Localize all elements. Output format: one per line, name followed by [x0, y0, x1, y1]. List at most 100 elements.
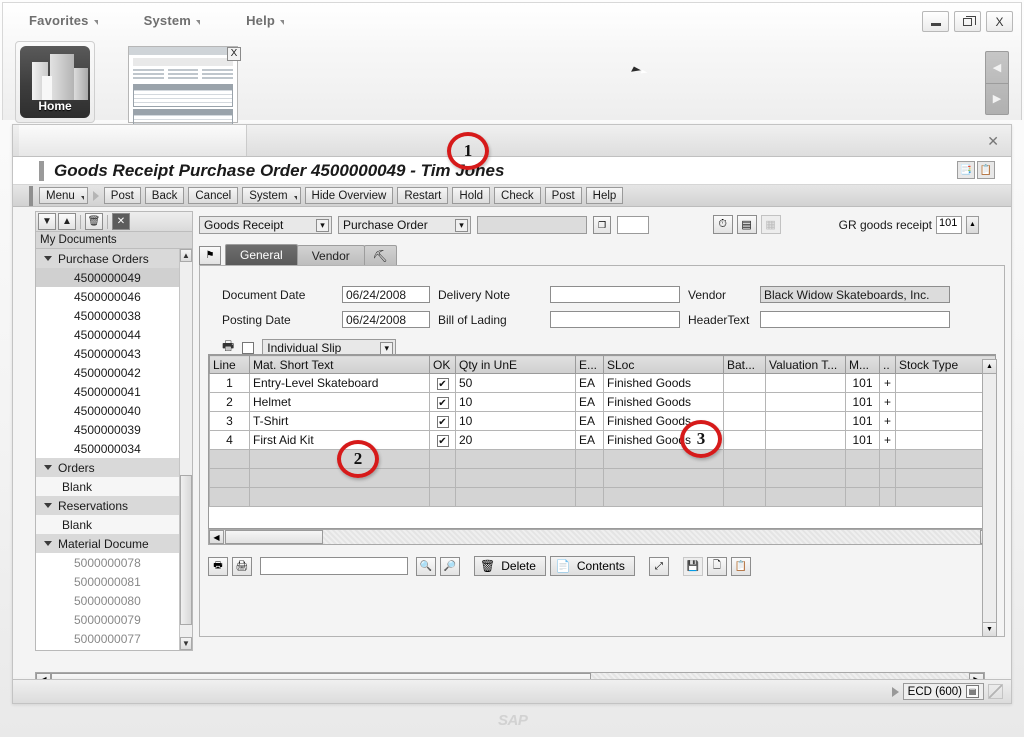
list-item[interactable]: 4500000034 [36, 439, 192, 458]
sidebar-scrollbar[interactable]: ▲ ▼ [179, 249, 192, 650]
tab-extra-icon[interactable]: ⛏ [363, 245, 397, 265]
search-help-icon[interactable]: ❐ [593, 216, 611, 234]
cell-qty[interactable]: 20 [455, 430, 576, 450]
chevron-down-icon[interactable]: ▾ [316, 219, 329, 232]
flag-icon[interactable]: ⚑ [199, 246, 221, 265]
menu-help[interactable]: Help [246, 13, 285, 28]
cell-batch[interactable] [723, 411, 766, 431]
cell-batch[interactable] [723, 430, 766, 450]
spinner-up-icon[interactable]: ▲ [966, 215, 979, 234]
scroll-left-icon[interactable]: ◀ [209, 530, 224, 544]
expand-all-icon[interactable]: ▼ [38, 213, 56, 230]
new-entry-icon[interactable]: 🗋 [706, 556, 727, 576]
reference-doc-select[interactable]: Purchase Order ▾ [338, 216, 471, 234]
cell-stock-type[interactable]: ▾ [895, 411, 995, 431]
col-sloc[interactable]: SLoc [603, 355, 724, 374]
cell-batch[interactable] [723, 392, 766, 412]
col-sign[interactable]: .. [879, 355, 896, 374]
col-uom[interactable]: E... [575, 355, 604, 374]
sidebar-group-orders[interactable]: Orders [36, 458, 192, 477]
col-valuation-type[interactable]: Valuation T... [765, 355, 846, 374]
list-item[interactable]: Blank [36, 515, 192, 534]
table-row-empty[interactable] [209, 468, 995, 488]
list-item[interactable]: 5000000077 [36, 629, 192, 648]
table-row-empty[interactable] [209, 449, 995, 469]
cell-uom[interactable]: EA [575, 411, 604, 431]
toolbar-back-button[interactable]: Back [144, 187, 185, 204]
ok-checkbox[interactable]: ✔ [436, 435, 449, 448]
doc-number-input[interactable] [477, 216, 587, 234]
cell-movement-type[interactable]: 101 [845, 430, 880, 450]
doc-item-input[interactable] [617, 216, 649, 234]
thumbnail-close-icon[interactable]: X [227, 47, 241, 61]
cell-qty[interactable]: 10 [455, 392, 576, 412]
bill-of-lading-input[interactable] [550, 311, 680, 328]
cell-valuation[interactable] [765, 373, 846, 393]
list-item[interactable]: 5000000078 [36, 553, 192, 572]
menu-system[interactable]: System [144, 13, 201, 28]
col-movement-type[interactable]: M... [845, 355, 880, 374]
chevron-down-icon[interactable]: ▾ [455, 219, 468, 232]
cell-sloc[interactable]: Finished Goods [603, 392, 724, 412]
list-item[interactable]: 5000000080 [36, 591, 192, 610]
cell-stock-type[interactable]: ▾ [895, 430, 995, 450]
cell-uom[interactable]: EA [575, 392, 604, 412]
sidebar-group-reservations[interactable]: Reservations [36, 496, 192, 515]
note-icon[interactable]: 📑 [957, 161, 975, 179]
home-tile[interactable]: Home [15, 41, 95, 123]
table-row[interactable]: 4 First Aid Kit ✔ 20 EA Finished Goods 1… [209, 430, 995, 450]
list-item[interactable]: 4500000038 [36, 306, 192, 325]
list-item[interactable]: 5000000081 [36, 572, 192, 591]
gr-movement-value[interactable]: 101 [936, 215, 962, 234]
list-item[interactable]: 5000000076 [36, 648, 192, 650]
toolbar-hide-overview-button[interactable]: Hide Overview [304, 187, 394, 204]
nav-next-icon[interactable]: ▶ [986, 84, 1008, 115]
cell-valuation[interactable] [765, 392, 846, 412]
nav-prev-icon[interactable]: ◀ [986, 52, 1008, 84]
ok-checkbox[interactable]: ✔ [436, 378, 449, 391]
cell-ok[interactable]: ✔ [429, 411, 456, 431]
page-vertical-scrollbar[interactable]: ▲ ▼ [982, 359, 997, 637]
col-batch[interactable]: Bat... [723, 355, 766, 374]
movement-type-select[interactable]: Goods Receipt ▾ [199, 216, 332, 234]
tab-general[interactable]: General [225, 244, 298, 265]
col-stock-type[interactable]: Stock Type [895, 355, 995, 374]
scrollbar-track[interactable] [323, 530, 980, 544]
cell-mat-short-text[interactable]: First Aid Kit [249, 430, 430, 450]
list-item[interactable]: 4500000039 [36, 420, 192, 439]
toolbar-cancel-button[interactable]: Cancel [188, 187, 239, 204]
scroll-down-icon[interactable]: ▼ [180, 637, 192, 650]
delete-button[interactable]: 🗑 Delete [474, 556, 546, 576]
table-row[interactable]: 2 Helmet ✔ 10 EA Finished Goods 101 + [209, 392, 995, 412]
goods-movement-close-icon[interactable]: ✕ [987, 133, 999, 150]
status-system-info[interactable]: ECD (600) ▤ [902, 683, 984, 700]
ok-checkbox[interactable]: ✔ [436, 416, 449, 429]
cell-movement-type[interactable]: 101 [845, 392, 880, 412]
ok-checkbox[interactable]: ✔ [436, 397, 449, 410]
cell-movement-type[interactable]: 101 [845, 411, 880, 431]
close-icon[interactable]: ✕ [112, 213, 130, 230]
list-item[interactable]: 4500000046 [36, 287, 192, 306]
toolbar-post-button[interactable]: Post [103, 187, 141, 204]
posting-date-input[interactable]: 06/24/2008 [342, 311, 430, 328]
cell-ok[interactable]: ✔ [429, 373, 456, 393]
cell-valuation[interactable] [765, 411, 846, 431]
list-item[interactable]: 4500000042 [36, 363, 192, 382]
table-row[interactable]: 1 Entry-Level Skateboard ✔ 50 EA Finishe… [209, 373, 995, 393]
sidebar-group-purchase-orders[interactable]: Purchase Orders [36, 249, 192, 268]
find-next-icon[interactable]: 🔎 [440, 556, 460, 576]
scrollbar-thumb[interactable] [180, 475, 192, 625]
items-table-hscrollbar[interactable]: ◀ ▶ [208, 529, 996, 545]
list-item[interactable]: 4500000049 [36, 268, 192, 287]
minimize-button[interactable] [922, 11, 949, 32]
toolbar-help-button[interactable]: Help [585, 187, 624, 204]
status-expand-icon[interactable] [891, 686, 899, 697]
print-icon[interactable]: 🖶 [208, 556, 228, 576]
delivery-note-input[interactable] [550, 286, 680, 303]
sidebar-group-material-documents[interactable]: Material Docume [36, 534, 192, 553]
cell-ok[interactable]: ✔ [429, 392, 456, 412]
search-input[interactable] [260, 557, 408, 575]
col-mat-short-text[interactable]: Mat. Short Text [249, 355, 430, 374]
list-item[interactable]: 4500000041 [36, 382, 192, 401]
cell-mat-short-text[interactable]: Entry-Level Skateboard [249, 373, 430, 393]
